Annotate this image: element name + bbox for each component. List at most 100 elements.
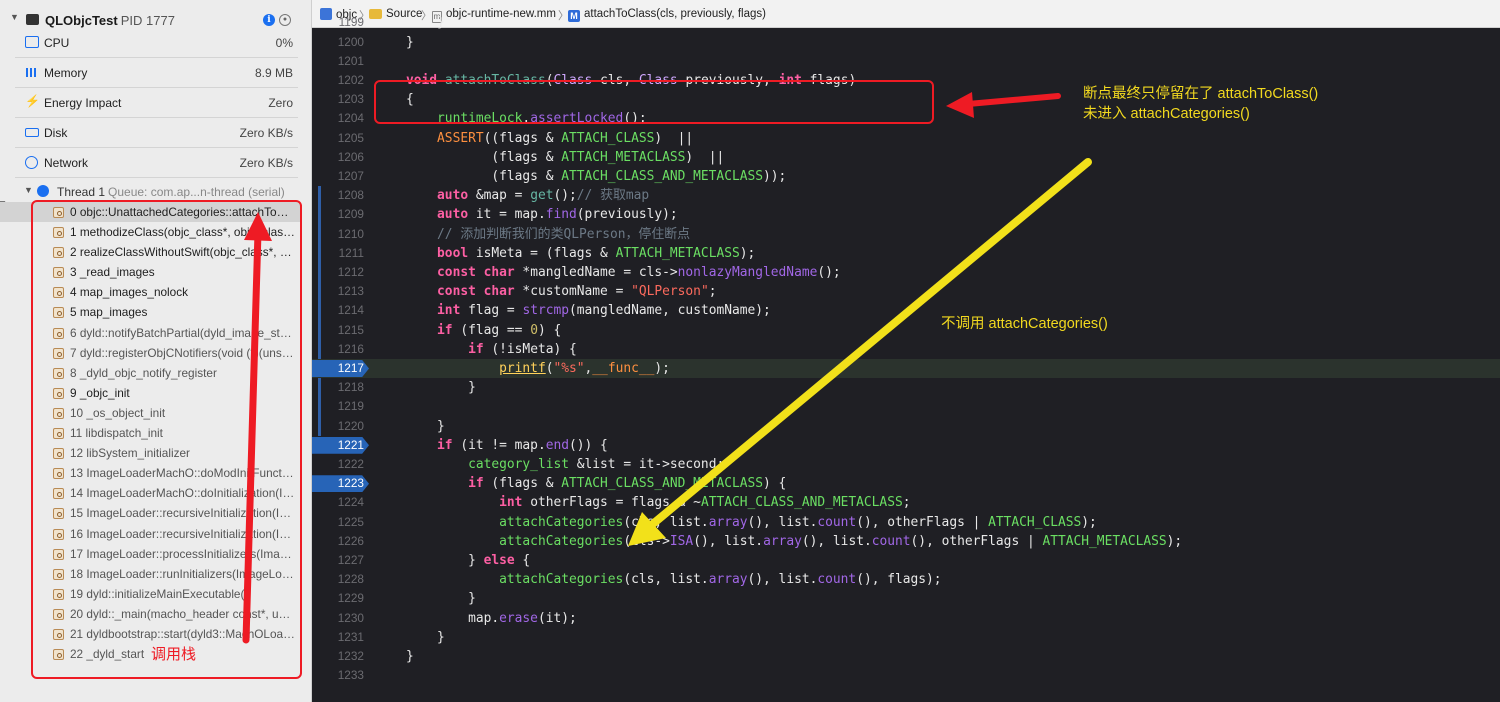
line-number[interactable]: 1233 [312,666,364,685]
process-row[interactable]: ▼ QLObjcTest PID 1777 i ● [0,10,300,30]
code-text[interactable]: // 添加判断我们的类QLPerson，停住断点 [406,225,690,244]
code-line[interactable]: 1227 } else { [312,551,1500,570]
line-number[interactable]: 1232 [312,647,364,666]
code-text[interactable]: attachCategories(cls, list.array(), list… [406,570,941,589]
line-number[interactable]: 1205 [312,129,364,148]
code-line[interactable]: 1225 attachCategories(cls, list.array(),… [312,513,1500,532]
code-text[interactable]: if (flag == 0) { [406,321,561,340]
line-number[interactable]: 1221 [312,436,364,455]
info-icon[interactable]: i [263,14,275,26]
code-text[interactable]: int flag = strcmp(mangledName, customNam… [406,301,771,320]
line-number[interactable]: 1200 [312,33,364,52]
code-line[interactable]: 1205 ASSERT((flags & ATTACH_CLASS) || [312,129,1500,148]
line-number[interactable]: 1231 [312,628,364,647]
code-area[interactable]: 1199 } 1200} 1201 1202 void attachToClass(Cl… [312,15,1500,702]
line-number[interactable]: 1223 [312,474,364,493]
code-line[interactable]: 1216 if (!isMeta) { [312,339,1500,359]
code-line[interactable]: 1212 const char *mangledName = cls->nonl… [312,263,1500,283]
code-line[interactable]: 1224 int otherFlags = flags & ~ATTACH_CL… [312,493,1500,512]
code-line[interactable]: 1232} [312,647,1500,666]
line-number[interactable]: 1201 [312,52,364,71]
thread-row[interactable]: ▼ Thread 1 Queue: com.ap...n-thread (seri… [22,183,300,201]
code-line[interactable]: 1222 category_list &list = it->second; [312,455,1500,474]
line-number[interactable]: 1219 [312,397,364,416]
code-line[interactable]: 1230 map.erase(it); [312,609,1500,628]
code-text[interactable]: } [406,33,414,52]
code-line[interactable]: 1228 attachCategories(cls, list.array(),… [312,570,1500,589]
line-number[interactable]: 1213 [312,282,364,301]
line-number[interactable]: 1215 [312,321,364,340]
code-text[interactable]: auto it = map.find(previously); [406,205,678,224]
code-text[interactable]: const char *mangledName = cls->nonlazyMa… [406,263,841,282]
code-line[interactable]: 1211 bool isMeta = (flags & ATTACH_METAC… [312,243,1500,263]
gauge-energy[interactable]: ⚡ Energy Impact Zero [15,88,298,118]
code-line[interactable]: 1214 int flag = strcmp(mangledName, cust… [312,301,1500,321]
gauge-network[interactable]: Network Zero KB/s [15,148,298,178]
code-text[interactable]: } [406,628,445,647]
gauge-memory[interactable]: Memory 8.9 MB [15,58,298,88]
chevron-down-icon[interactable]: ▼ [24,185,33,195]
code-line[interactable]: 1220 } [312,416,1500,436]
code-text[interactable]: category_list &list = it->second; [406,455,724,474]
code-text[interactable]: ASSERT((flags & ATTACH_CLASS) || [406,129,693,148]
line-number[interactable]: 1228 [312,570,364,589]
line-number[interactable]: 1211 [312,244,364,263]
code-text[interactable]: auto &map = get();// 获取map [406,186,649,205]
code-line[interactable]: 1231 } [312,628,1500,647]
code-line[interactable]: 1206 (flags & ATTACH_METACLASS) || [312,148,1500,167]
line-number[interactable]: 1203 [312,90,364,109]
line-number[interactable]: 1218 [312,378,364,397]
code-line[interactable]: 1223 if (flags & ATTACH_CLASS_AND_METACL… [312,474,1500,493]
gauge-cpu[interactable]: CPU 0% [15,28,298,58]
line-number[interactable]: 1224 [312,493,364,512]
code-line[interactable]: 1210 // 添加判断我们的类QLPerson，停住断点 [312,224,1500,244]
code-line[interactable]: 1226 attachCategories(cls->ISA(), list.a… [312,532,1500,551]
code-line[interactable]: 1200} [312,33,1500,52]
code-line[interactable]: 1201 [312,52,1500,71]
line-number[interactable]: 1210 [312,225,364,244]
code-text[interactable]: int otherFlags = flags & ~ATTACH_CLASS_A… [406,493,910,512]
code-line[interactable]: 1217 printf("%s",__func__); [312,359,1500,379]
line-number[interactable]: 1217 [312,359,364,378]
code-text[interactable]: bool isMeta = (flags & ATTACH_METACLASS)… [406,244,755,263]
line-number[interactable]: 1229 [312,589,364,608]
line-number[interactable]: 1199 [312,13,364,32]
line-number[interactable]: 1222 [312,455,364,474]
code-text[interactable]: attachCategories(cls->ISA(), list.array(… [406,532,1182,551]
code-line[interactable]: 1233 [312,666,1500,685]
line-number[interactable]: 1216 [312,340,364,359]
code-line[interactable]: 1221 if (it != map.end()) { [312,436,1500,455]
code-line[interactable]: 1229 } [312,589,1500,608]
line-number[interactable]: 1225 [312,513,364,532]
code-line[interactable]: 1215 if (flag == 0) { [312,320,1500,340]
code-text[interactable]: } else { [406,551,530,570]
line-number[interactable]: 1208 [312,186,364,205]
code-text[interactable]: if (it != map.end()) { [406,436,608,455]
line-number[interactable]: 1214 [312,301,364,320]
code-line[interactable]: 1218 } [312,378,1500,398]
code-text[interactable]: const char *customName = "QLPerson"; [406,282,716,301]
code-text[interactable]: map.erase(it); [406,609,577,628]
line-number[interactable]: 1202 [312,71,364,90]
line-number[interactable]: 1220 [312,417,364,436]
code-text[interactable]: printf("%s",__func__); [406,359,670,378]
code-text[interactable]: } [406,589,476,608]
code-line[interactable]: 1208 auto &map = get();// 获取map [312,186,1500,206]
code-text[interactable]: attachCategories(cls, list.array(), list… [406,513,1097,532]
line-number[interactable]: 1230 [312,609,364,628]
chevron-down-icon[interactable]: ▼ [10,12,19,22]
line-number[interactable]: 1227 [312,551,364,570]
line-number[interactable]: 1226 [312,532,364,551]
code-text[interactable]: (flags & ATTACH_CLASS_AND_METACLASS)); [406,167,786,186]
line-number[interactable]: 1212 [312,263,364,282]
line-number[interactable]: 1207 [312,167,364,186]
code-text[interactable]: (flags & ATTACH_METACLASS) || [406,148,724,167]
code-text[interactable]: } [406,13,445,32]
code-text[interactable]: if (!isMeta) { [406,340,577,359]
line-number[interactable]: 1206 [312,148,364,167]
code-text[interactable]: } [406,378,476,397]
code-line[interactable]: 1209 auto it = map.find(previously); [312,205,1500,225]
code-line[interactable]: 1199 } [312,13,1500,32]
code-text[interactable]: if (flags & ATTACH_CLASS_AND_METACLASS) … [406,474,786,493]
code-line[interactable]: 1219 [312,397,1500,417]
